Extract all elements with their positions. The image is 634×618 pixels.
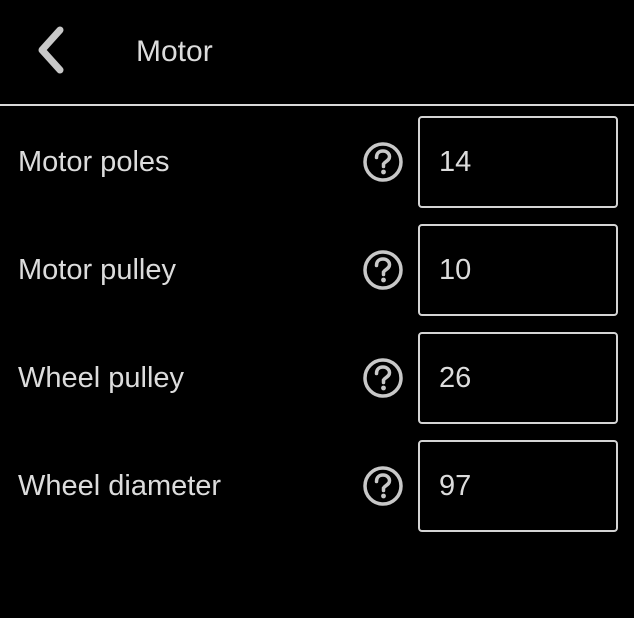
setting-row-motor-pulley: Motor pulley	[0, 224, 634, 316]
setting-label: Wheel pulley	[18, 362, 185, 394]
setting-label: Motor poles	[18, 146, 170, 178]
page-title: Motor	[136, 35, 213, 68]
motor-poles-field[interactable]	[418, 116, 618, 208]
motor-pulley-field[interactable]	[418, 224, 618, 316]
setting-row-wheel-pulley: Wheel pulley	[0, 332, 634, 424]
back-button[interactable]	[30, 22, 74, 80]
question-circle-icon[interactable]	[362, 141, 404, 183]
wheel-diameter-field[interactable]	[418, 440, 618, 532]
setting-label: Wheel diameter	[18, 470, 222, 502]
chevron-left-icon	[38, 26, 64, 74]
question-circle-icon[interactable]	[362, 357, 404, 399]
setting-row-motor-poles: Motor poles	[0, 116, 634, 208]
header-bar: Motor	[0, 0, 634, 106]
setting-label: Motor pulley	[18, 254, 176, 286]
setting-row-wheel-diameter: Wheel diameter	[0, 440, 634, 532]
question-circle-icon[interactable]	[362, 465, 404, 507]
wheel-pulley-field[interactable]	[418, 332, 618, 424]
question-circle-icon[interactable]	[362, 249, 404, 291]
